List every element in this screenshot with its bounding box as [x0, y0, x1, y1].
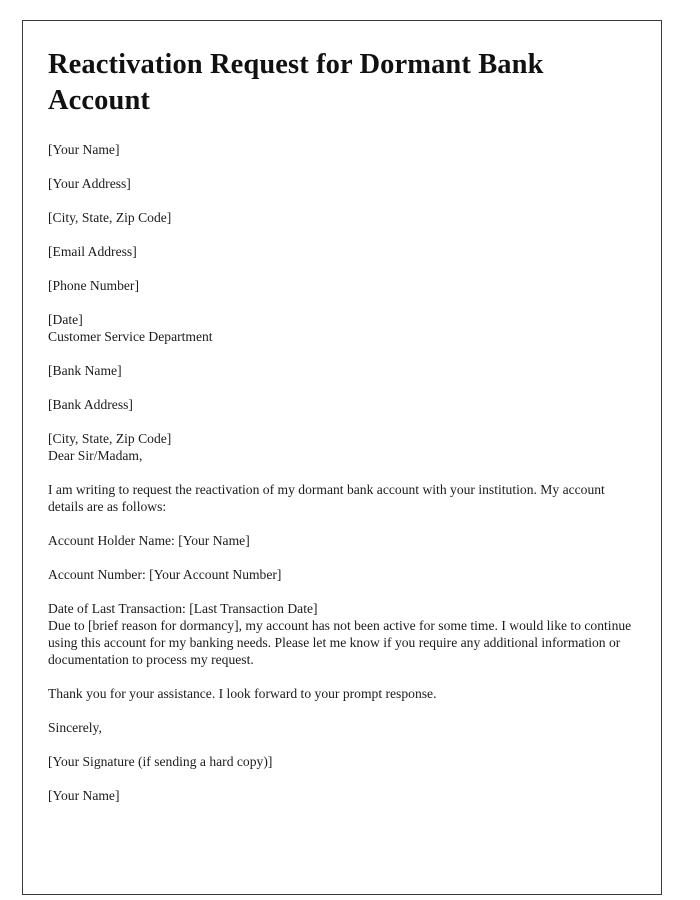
sender-address: [Your Address] — [48, 176, 131, 191]
recipient-bank-name: [Bank Name] — [48, 363, 122, 378]
sign-off: Sincerely, — [48, 720, 102, 735]
recipient-bank-address: [Bank Address] — [48, 397, 133, 412]
body-paragraph: Due to [brief reason for dormancy], my a… — [48, 618, 632, 667]
letter-date: [Date] — [48, 312, 83, 327]
sender-address-block: [Your Name] [Your Address] [City, State,… — [48, 141, 636, 328]
recipient-city-state-zip: [City, State, Zip Code] — [48, 431, 172, 446]
intro-paragraph: I am writing to request the reactivation… — [48, 482, 605, 514]
last-transaction-date-line: Date of Last Transaction: [Last Transact… — [48, 601, 318, 616]
page-title: Reactivation Request for Dormant Bank Ac… — [48, 49, 544, 116]
signature-line: [Your Signature (if sending a hard copy)… — [48, 754, 273, 769]
account-number-line: Account Number: [Your Account Number] — [48, 567, 282, 582]
sender-name: [Your Name] — [48, 142, 120, 157]
sender-city-state-zip: [City, State, Zip Code] — [48, 210, 172, 225]
document-page: Reactivation Request for Dormant Bank Ac… — [22, 20, 662, 895]
salutation: Dear Sir/Madam, — [48, 448, 143, 463]
sender-email: [Email Address] — [48, 244, 137, 259]
closing-paragraph: Thank you for your assistance. I look fo… — [48, 686, 437, 701]
recipient-address-block: Customer Service Department [Bank Name] … — [48, 328, 636, 447]
account-holder-name-line: Account Holder Name: [Your Name] — [48, 533, 250, 548]
document-body: Reactivation Request for Dormant Bank Ac… — [23, 21, 661, 804]
signer-name: [Your Name] — [48, 788, 120, 803]
account-details-block: Account Holder Name: [Your Name] Account… — [48, 532, 636, 617]
recipient-department: Customer Service Department — [48, 329, 213, 344]
sender-phone: [Phone Number] — [48, 278, 139, 293]
